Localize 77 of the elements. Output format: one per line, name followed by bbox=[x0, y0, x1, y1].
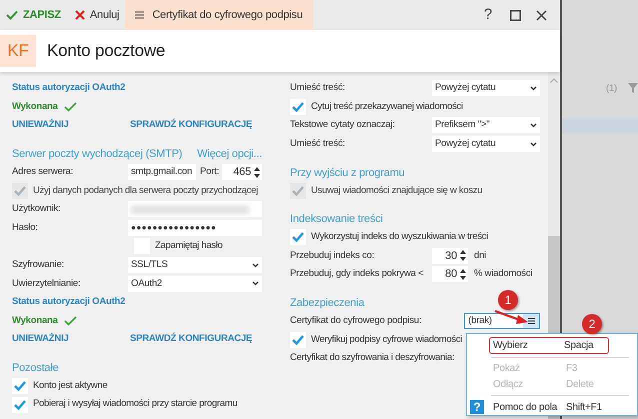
field-menu-button[interactable] bbox=[523, 314, 539, 328]
checkbox-label: Zapamiętaj hasło bbox=[155, 239, 223, 254]
menu-icon bbox=[135, 11, 144, 19]
number-spinner[interactable]: 80 bbox=[432, 266, 468, 282]
help-button[interactable]: ? bbox=[478, 5, 498, 25]
status-text: Wykonana bbox=[12, 314, 58, 328]
field-label: Przebuduj, gdy indeks pokrywa < bbox=[290, 267, 424, 282]
field-label: Umieść treść: bbox=[290, 136, 346, 151]
checkbox[interactable] bbox=[290, 98, 306, 115]
checkbox-label: Cytuj treść przekazywanej wiadomości bbox=[311, 100, 463, 114]
field-label: Certyfikat do cyfrowego podpisu: bbox=[290, 314, 422, 328]
dropdown-field[interactable]: Powyżej cytatu bbox=[432, 136, 540, 152]
field-label: Port: bbox=[200, 164, 220, 179]
field-label: Tekstowe cytaty oznaczaj: bbox=[290, 118, 396, 132]
number-spinner[interactable]: 30 bbox=[432, 248, 468, 264]
checkbox[interactable] bbox=[12, 378, 28, 394]
checkbox-label: Pobieraj i wysyłaj wiadomości przy starcie programu bbox=[33, 397, 238, 412]
spinner-arrows-icon bbox=[254, 166, 260, 178]
chevron-down-icon bbox=[530, 142, 537, 147]
certificate-field[interactable]: (brak) bbox=[464, 313, 540, 330]
checkbox[interactable] bbox=[290, 332, 306, 348]
password-field[interactable]: ●●●●●●●●●●●●●●●● bbox=[128, 220, 262, 236]
field-label: Uwierzytelnianie: bbox=[12, 276, 82, 291]
unit-label: % wiadomości bbox=[474, 267, 532, 282]
dialog-title: Konto pocztowe bbox=[47, 40, 166, 62]
close-icon bbox=[536, 10, 546, 20]
server-address-field[interactable]: smtp.gmail.con bbox=[128, 164, 196, 180]
checkbox-label: Konto jest aktywne bbox=[33, 378, 108, 393]
section-heading: Serwer poczty wychodzącej (SMTP) bbox=[12, 147, 182, 162]
section-heading: Przy wyjściu z programu bbox=[290, 166, 405, 181]
section-heading: Zabezpieczenia bbox=[290, 296, 364, 312]
dropdown-field[interactable]: OAuth2 bbox=[128, 276, 262, 292]
check-icon bbox=[6, 10, 18, 20]
spinner-arrows-icon bbox=[460, 268, 466, 280]
maximize-icon bbox=[510, 10, 520, 20]
checkbox-label: Użyj danych podanych dla serwera poczty przychodzącej bbox=[33, 184, 258, 198]
scroll-up-icon bbox=[550, 78, 558, 83]
field-label: Umieść treść: bbox=[290, 81, 346, 96]
certificate-tab[interactable]: Certyfikat do cyfrowego podpisu bbox=[125, 0, 313, 30]
menu-item[interactable]: ? Pomoc do pola Shift+F1 bbox=[469, 399, 635, 415]
close-icon bbox=[74, 10, 85, 20]
chevron-down-icon bbox=[530, 122, 537, 128]
dropdown-field[interactable]: SSL/TLS bbox=[128, 257, 262, 274]
account-badge: KF bbox=[0, 35, 36, 67]
username-field[interactable] bbox=[128, 201, 262, 218]
menu-icon bbox=[528, 318, 534, 324]
pointer-arrow bbox=[494, 309, 530, 325]
status-text: Wykonana bbox=[12, 100, 58, 114]
cancel-button[interactable]: Anuluj bbox=[68, 0, 126, 30]
spinner-arrows-icon bbox=[460, 250, 466, 262]
checkbox[interactable] bbox=[12, 396, 28, 413]
field-label: Hasło: bbox=[12, 220, 39, 235]
save-button[interactable]: ZAPISZ bbox=[0, 0, 69, 30]
chevron-down-icon bbox=[252, 262, 259, 268]
number-spinner[interactable]: 465 bbox=[222, 164, 262, 180]
check-icon bbox=[64, 102, 77, 112]
checkbox-label: Wykorzystuj indeks do wyszukiwania w treści bbox=[311, 230, 488, 244]
chevron-down-icon bbox=[252, 281, 259, 286]
section-heading: Pozostałe bbox=[12, 361, 59, 376]
filter-icon bbox=[628, 83, 638, 93]
unit-label: dni bbox=[474, 248, 486, 263]
checkbox-label: Usuwaj wiadomości znajdujące się w koszu bbox=[311, 184, 482, 198]
field-label: Szyfrowanie: bbox=[12, 258, 65, 272]
check-icon bbox=[64, 316, 77, 326]
field-label: Adres serwera: bbox=[12, 164, 74, 179]
help-icon: ? bbox=[470, 400, 484, 414]
menu-item[interactable]: Wybierz Spacja bbox=[489, 337, 609, 354]
field-label: Użytkownik: bbox=[12, 202, 62, 216]
checkbox[interactable] bbox=[290, 229, 306, 246]
field-label: Przebuduj indeks co: bbox=[290, 248, 376, 263]
dropdown-field[interactable]: Prefiksem ">" bbox=[432, 117, 540, 134]
section-heading: Indeksowanie treści bbox=[290, 212, 383, 228]
field-label: Certyfikat do szyfrowania i deszyfrowania: bbox=[290, 351, 454, 366]
count-label: (1) bbox=[606, 82, 618, 96]
chevron-down-icon bbox=[530, 86, 537, 91]
checkbox-label: Weryfikuj podpisy cyfrowe wiadomości bbox=[311, 332, 462, 347]
dropdown-field[interactable]: Powyżej cytatu bbox=[432, 80, 540, 96]
